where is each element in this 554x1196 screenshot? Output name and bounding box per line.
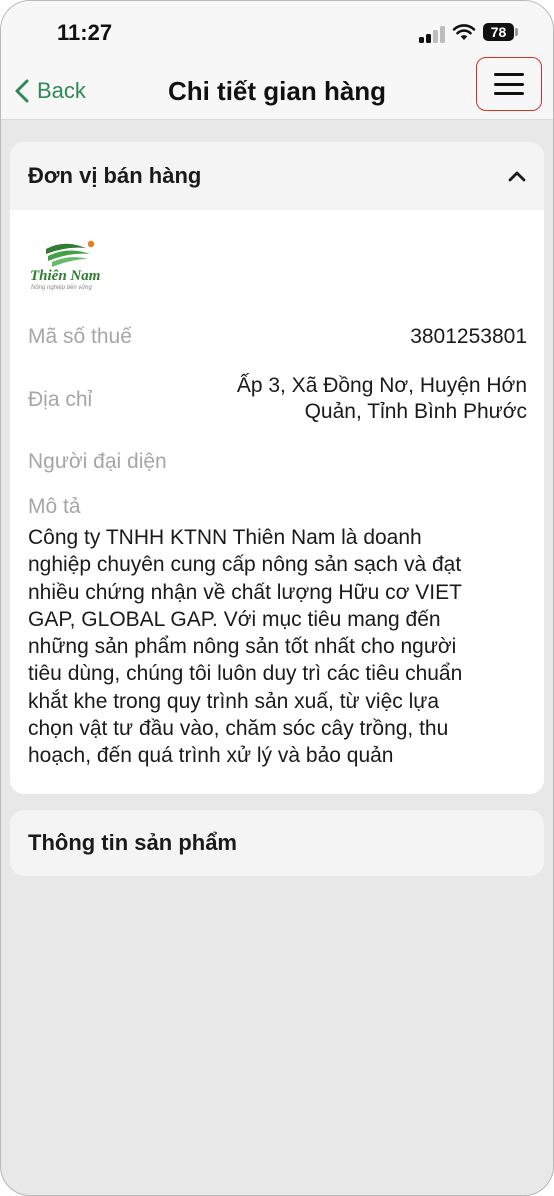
cellular-signal-icon <box>419 25 445 43</box>
phone-screen: 11:27 78 Back Chi tiết gian hàng Đơn vị … <box>0 0 554 1196</box>
product-info-card: Thông tin sản phẩm <box>10 810 544 876</box>
description-line: tiêu dùng, chúng tôi luôn duy trì các ti… <box>28 662 463 686</box>
address-value: Ấp 3, Xã Đồng Nơ, Huyện Hớn Quản, Tỉnh B… <box>237 373 527 425</box>
back-label: Back <box>37 78 86 103</box>
hamburger-menu-icon <box>494 73 524 95</box>
seller-section-title: Đơn vị bán hàng <box>28 163 202 188</box>
chevron-up-icon <box>508 171 526 182</box>
description-label: Mô tả <box>28 495 81 518</box>
seller-section-header[interactable]: Đơn vị bán hàng <box>10 142 544 210</box>
product-section-title: Thông tin sản phẩm <box>28 830 237 855</box>
wifi-icon <box>452 24 476 40</box>
navigation-bar: Back Chi tiết gian hàng <box>1 63 553 120</box>
address-line: Quản, Tỉnh Bình Phước <box>304 400 527 423</box>
description-line: Công ty TNHH KTNN Thiên Nam là doanh <box>28 526 422 549</box>
back-button[interactable]: Back <box>15 75 86 107</box>
logo-tagline: Nông nghiệp bền vững <box>31 285 92 291</box>
description-line: nghiệp chuyên cung cấp nông sản sạch và … <box>28 553 462 577</box>
battery-icon: 78 <box>483 23 514 41</box>
address-label: Địa chỉ <box>28 388 93 411</box>
description-line: GAP, GLOBAL GAP. Với mục tiêu mang đến <box>28 607 441 631</box>
description-text: Công ty TNHH KTNN Thiên Nam là doanh ngh… <box>28 524 528 770</box>
logo-name: Thiên Nam <box>30 268 101 284</box>
description-line: những sản phẩm nông sản tốt nhất cho ngư… <box>28 635 457 659</box>
product-section-header[interactable]: Thông tin sản phẩm <box>10 810 544 876</box>
leaf-logo-icon <box>46 240 95 267</box>
description-line: nhiều chứng nhận về chất lượng Hữu cơ VI… <box>28 580 462 604</box>
tax-code-label: Mã số thuế <box>28 325 132 348</box>
address-line: Ấp 3, Xã Đồng Nơ, Huyện Hớn <box>236 374 527 397</box>
tax-code-value: 3801253801 <box>410 325 527 348</box>
menu-button[interactable] <box>476 57 542 111</box>
representative-label: Người đại diện <box>28 450 167 473</box>
status-time: 11:27 <box>57 20 113 45</box>
status-bar: 11:27 78 <box>1 1 553 63</box>
seller-info-card: Đơn vị bán hàng Thiên Nam Nông nghiệp bề… <box>10 142 544 794</box>
description-line: khắt khe trong quy trình sản xuấ, từ việ… <box>28 689 439 713</box>
description-line: chọn vật tư đầu vào, chăm sóc cây trồng,… <box>28 717 449 741</box>
page-title: Chi tiết gian hàng <box>167 76 387 106</box>
chevron-left-icon <box>15 79 29 103</box>
description-line: hoạch, đến quá trình xử lý và bảo quản <box>28 744 394 768</box>
seller-logo: Thiên Nam Nông nghiệp bền vững <box>30 240 104 296</box>
battery-tip <box>515 28 518 36</box>
